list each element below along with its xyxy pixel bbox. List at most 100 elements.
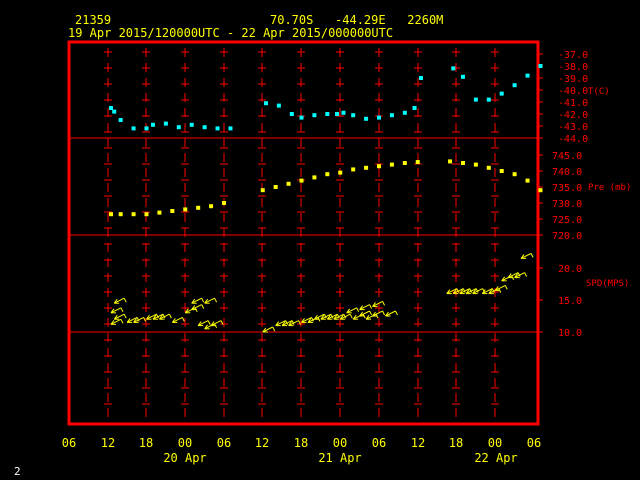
x-tick-label: 18 bbox=[449, 436, 463, 450]
pressure-point bbox=[273, 185, 278, 189]
y-tick-label: -39.0 bbox=[558, 74, 588, 85]
x-tick-label: 06 bbox=[527, 436, 541, 450]
pressure-point bbox=[170, 209, 175, 213]
wind-barb-flag bbox=[369, 310, 373, 316]
temperature-point bbox=[289, 112, 294, 116]
pressure-point bbox=[118, 212, 123, 217]
temperature-point bbox=[108, 106, 113, 110]
pressure-point bbox=[196, 205, 201, 210]
station-location: 70.70S -44.29E 2260M bbox=[270, 13, 444, 27]
wind-barb bbox=[520, 252, 534, 259]
temperature-point bbox=[402, 110, 407, 115]
wind-barb bbox=[110, 318, 124, 325]
y-tick-label: -42.0 bbox=[558, 110, 588, 121]
temperature-point bbox=[163, 121, 168, 126]
temperature-point bbox=[202, 125, 207, 130]
wind-barb bbox=[113, 313, 127, 320]
wind-barb-flag bbox=[120, 319, 124, 324]
y-tick-label: 745.0 bbox=[552, 151, 582, 162]
wind-barb-flag bbox=[272, 326, 276, 332]
x-tick-label: 12 bbox=[411, 436, 425, 450]
temperature-point bbox=[189, 122, 194, 127]
wind-barb bbox=[113, 297, 127, 304]
x-tick-label: 06 bbox=[217, 436, 231, 450]
wind-barb bbox=[204, 323, 218, 330]
x-tick-label: 12 bbox=[101, 436, 115, 450]
wind-barb bbox=[204, 297, 218, 304]
wind-barb bbox=[126, 316, 140, 323]
pressure-point bbox=[351, 167, 356, 172]
temperature-point bbox=[341, 110, 346, 115]
wind-barb bbox=[171, 316, 185, 323]
x-tick-label: 00 bbox=[488, 436, 502, 450]
wind-barb-flag bbox=[214, 297, 218, 303]
wind-barb bbox=[191, 304, 205, 311]
y-tick-label: 15.0 bbox=[558, 296, 582, 307]
wind-barb bbox=[301, 316, 314, 323]
wind-barb-flag bbox=[382, 310, 385, 316]
y-tick-label: -41.0 bbox=[558, 98, 588, 109]
temperature-point bbox=[276, 103, 281, 108]
wind-barb bbox=[501, 275, 515, 282]
temperature-point bbox=[412, 106, 417, 110]
pressure-point bbox=[473, 162, 478, 167]
wind-barb bbox=[359, 310, 373, 317]
wind-barb-flag bbox=[123, 313, 127, 319]
pressure-point bbox=[325, 172, 330, 177]
pressure-point bbox=[499, 169, 504, 173]
wind-barb bbox=[365, 313, 379, 320]
y-tick-label: -44.0 bbox=[558, 134, 588, 145]
wind-barb bbox=[385, 310, 398, 317]
temperature-point bbox=[335, 112, 340, 116]
y-tick-label: -40.0 bbox=[558, 86, 588, 97]
temperature-point bbox=[176, 125, 181, 130]
temperature-point bbox=[118, 118, 123, 122]
wind-barb-flag bbox=[201, 304, 205, 309]
wind-barb bbox=[314, 313, 327, 320]
pressure-point bbox=[538, 188, 543, 193]
pressure-point bbox=[389, 162, 394, 167]
pressure-point bbox=[108, 212, 113, 217]
pressure-point bbox=[157, 210, 162, 215]
wind-barb-flag bbox=[181, 317, 185, 322]
temperature-point bbox=[299, 115, 304, 120]
y-tick-label: 725.0 bbox=[552, 215, 582, 226]
y-tick-label: -38.0 bbox=[558, 62, 588, 73]
date-label: 20 Apr bbox=[163, 451, 206, 465]
x-tick-label: 12 bbox=[255, 436, 269, 450]
pressure-point bbox=[364, 165, 369, 170]
date-label: 22 Apr bbox=[474, 451, 517, 465]
pressure-point bbox=[512, 172, 517, 177]
temperature-point bbox=[525, 73, 530, 78]
wind-barb bbox=[191, 297, 205, 304]
temperature-point bbox=[389, 113, 394, 118]
x-tick-label: 18 bbox=[139, 436, 153, 450]
y-tick-label: 735.0 bbox=[552, 183, 582, 194]
wind-barb bbox=[446, 288, 460, 295]
temperature-point bbox=[263, 101, 268, 106]
wind-barb bbox=[352, 313, 366, 320]
pressure-point bbox=[448, 159, 453, 164]
temperature-point bbox=[499, 91, 504, 96]
temperature-point bbox=[451, 66, 456, 71]
temperature-point bbox=[460, 74, 465, 79]
temperature-point bbox=[215, 126, 220, 131]
wind-barb bbox=[110, 307, 124, 314]
pressure-point bbox=[131, 212, 136, 217]
wind-barb bbox=[481, 288, 495, 295]
x-tick-label: 18 bbox=[294, 436, 308, 450]
panel-ylabel: SPD(MPS) bbox=[586, 279, 629, 289]
x-tick-label: 06 bbox=[62, 436, 76, 450]
plot-frame bbox=[67, 40, 540, 426]
temperature-point bbox=[538, 64, 543, 68]
temperature-point bbox=[351, 113, 356, 118]
pressure-point bbox=[209, 204, 214, 209]
wind-barb-flag bbox=[504, 285, 508, 290]
wind-barb-flag bbox=[123, 297, 127, 303]
y-tick-label: -43.0 bbox=[558, 122, 588, 133]
date-label: 21 Apr bbox=[318, 451, 361, 465]
wind-barb-flag bbox=[524, 272, 528, 277]
wind-barb bbox=[346, 307, 360, 314]
y-tick-label: 740.0 bbox=[552, 167, 582, 178]
wind-barb bbox=[275, 320, 289, 327]
